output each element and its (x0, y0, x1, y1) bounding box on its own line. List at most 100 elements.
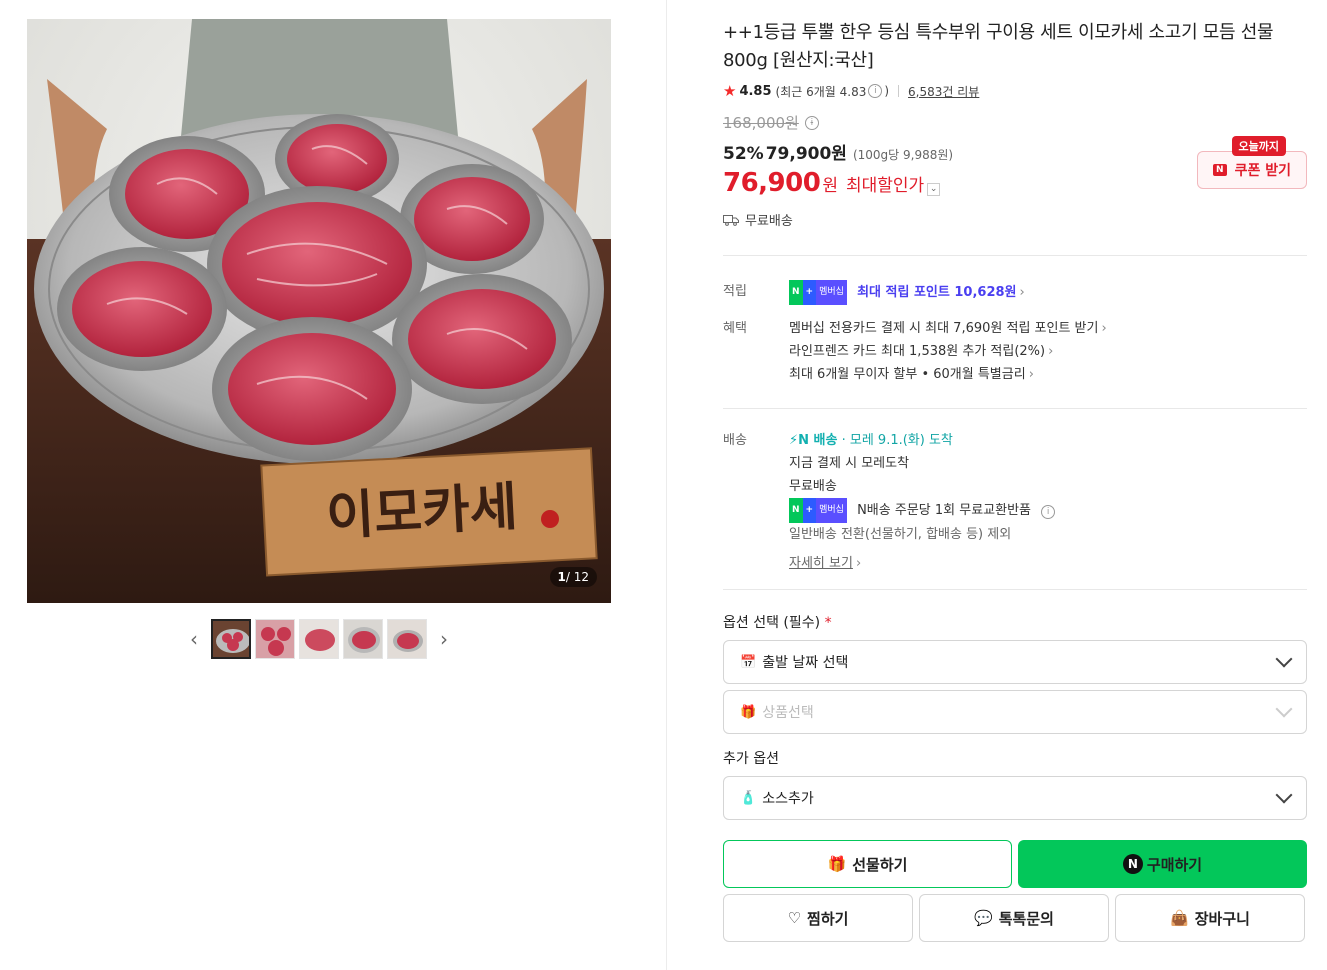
benefits-section: 혜택 멤버십 전용카드 결제 시 최대 7,690원 적립 포인트 받기 › 라인… (723, 317, 1307, 386)
delivery-line: 지금 결제 시 모레도착 (789, 456, 910, 471)
main-product-image[interactable]: 이모카세 1/ 12 (27, 19, 611, 603)
chevron-down-icon (1275, 786, 1293, 804)
details-link[interactable]: 자세히 보기 (789, 552, 853, 575)
gift-label: 선물하기 (852, 855, 908, 874)
points-section: 적립 N + 멤버십 최대 적립 포인트 10,628원 › (723, 280, 1307, 305)
star-icon: ★ (723, 82, 737, 100)
sale-price: 79,900원 (765, 144, 847, 164)
benefit-text: 멤버십 전용카드 결제 시 최대 7,690원 적립 포인트 받기 (789, 321, 1099, 336)
max-points-link[interactable]: 최대 적립 포인트 10,628원 (857, 285, 1016, 300)
free-shipping-text: 무료배송 (745, 214, 793, 229)
chevron-right-icon[interactable]: › (431, 619, 457, 659)
extra-option-label: 추가 옵션 (723, 751, 779, 767)
divider (723, 255, 1307, 256)
benefit-item[interactable]: 최대 6개월 무이자 할부 • 60개월 특별금리 › (789, 363, 1307, 386)
sauce-select-label: 소스추가 (762, 791, 814, 807)
naver-n-icon: N (1213, 164, 1227, 176)
review-count-link[interactable]: 6,583건 리뷰 (908, 83, 979, 100)
thumbnail[interactable] (211, 619, 251, 659)
primary-actions: 🎁 선물하기 N 구매하기 (723, 840, 1307, 888)
delivery-label: 배송 (723, 433, 747, 448)
badge-n: N (789, 498, 803, 523)
gift-button[interactable]: 🎁 선물하기 (723, 840, 1012, 888)
date-select[interactable]: 📅 출발 날짜 선택 (723, 640, 1307, 684)
exchange-row: N + 멤버십 N배송 주문당 1회 무료교환반품 i (789, 498, 1307, 523)
product-select-label: 상품선택 (762, 705, 814, 721)
talk-button[interactable]: 💬 톡톡문의 (919, 894, 1109, 942)
secondary-actions: ♡ 찜하기 💬 톡톡문의 👜 장바구니 (723, 894, 1307, 942)
benefit-text: 최대 6개월 무이자 할부 • 60개월 특별금리 (789, 367, 1026, 382)
thumbnail[interactable] (299, 619, 339, 659)
n-delivery-label: 배송 (813, 433, 838, 448)
membership-badge: N + 멤버십 (789, 280, 847, 305)
date-select-label: 출발 날짜 선택 (762, 655, 849, 671)
column-divider (666, 0, 667, 970)
cart-label: 장바구니 (1194, 909, 1250, 928)
badge-plus: + (802, 280, 817, 305)
sauce-select[interactable]: 🧴 소스추가 (723, 776, 1307, 820)
delivery-section: 배송 ⚡N 배송 · 모레 9.1.(화) 도착 지금 결제 시 모레도착 무료… (723, 429, 1307, 575)
talk-label: 톡톡문의 (998, 909, 1054, 928)
unit-price: (100g당 9,988원) (852, 148, 954, 162)
divider (898, 85, 900, 97)
original-price-row: 168,000원 i (723, 112, 1307, 133)
info-icon[interactable]: i (868, 84, 883, 98)
rating-recent-close: ) (884, 84, 890, 98)
benefit-item[interactable]: 멤버십 전용카드 결제 시 최대 7,690원 적립 포인트 받기 › (789, 317, 1307, 340)
exchange-text: N배송 주문당 1회 무료교환반품 (857, 503, 1031, 518)
discount-rate: 52% (723, 144, 764, 164)
option-label-text: 옵션 선택 (필수) (723, 615, 821, 631)
wish-button[interactable]: ♡ 찜하기 (723, 894, 913, 942)
badge-text: 멤버십 (816, 498, 847, 523)
thumbnail[interactable] (343, 619, 383, 659)
buy-button[interactable]: N 구매하기 (1018, 840, 1307, 888)
coupon-label: 쿠폰 받기 (1234, 163, 1291, 179)
info-icon[interactable]: i (804, 115, 819, 130)
divider (723, 589, 1307, 590)
product-title: ++1등급 투뿔 한우 등심 특수부위 구이용 세트 이모카세 소고기 모듬 선… (723, 22, 1274, 71)
option-label: 옵션 선택 (필수) * (723, 612, 1307, 632)
benefit-item[interactable]: 라인프렌즈 카드 최대 1,538원 추가 적립(2%) › (789, 340, 1307, 363)
benefit-text: 라인프렌즈 카드 최대 1,538원 추가 적립(2%) (789, 344, 1046, 359)
badge-n: N (789, 280, 803, 305)
chevron-right-icon: › (855, 556, 862, 571)
image-counter: 1/ 12 (549, 567, 597, 587)
delivery-exclusion: 일반배송 전환(선물하기, 합배송 등) 제외 (789, 527, 1012, 542)
truck-icon (723, 214, 739, 226)
buy-label: 구매하기 (1146, 855, 1203, 874)
meat-platter-illustration: 이모카세 (27, 19, 611, 603)
badge-plus: + (802, 498, 817, 523)
coupon-button[interactable]: 오늘까지 N 쿠폰 받기 (1197, 136, 1307, 189)
heart-icon: ♡ (787, 909, 802, 927)
calendar-icon: 📅 (740, 654, 757, 670)
naver-n-icon: N (1122, 854, 1143, 874)
product-gallery: 이모카세 1/ 12 ‹ › (27, 19, 611, 659)
delivery-line: 무료배송 (789, 479, 837, 494)
sign-text: 이모카세 (325, 476, 519, 547)
rating-recent: (최근 6개월 4.83 (775, 84, 867, 99)
n-delivery-icon: ⚡N (789, 433, 814, 448)
best-price: 76,900 (723, 168, 821, 198)
thumbnail[interactable] (387, 619, 427, 659)
free-shipping-row: 무료배송 (723, 210, 1307, 229)
chevron-right-icon: › (1048, 344, 1054, 359)
counter-current: 1 (557, 570, 566, 584)
cart-button[interactable]: 👜 장바구니 (1115, 894, 1305, 942)
chevron-down-icon (1275, 650, 1293, 668)
chevron-down-icon[interactable]: ⌄ (927, 183, 941, 196)
counter-total: / 12 (565, 570, 589, 584)
benefits-label: 혜택 (723, 321, 747, 336)
sauce-bottle-icon: 🧴 (740, 790, 757, 806)
info-icon[interactable]: i (1041, 505, 1056, 519)
chevron-left-icon[interactable]: ‹ (181, 619, 207, 659)
gift-box-icon: 🎁 (740, 704, 757, 720)
rating-row: ★ 4.85 (최근 6개월 4.83 i ) 6,583건 리뷰 (723, 82, 1307, 100)
chat-bubble-icon: 💬 (974, 909, 993, 927)
thumbnail[interactable] (255, 619, 295, 659)
product-select[interactable]: 🎁 상품선택 (723, 690, 1307, 734)
best-price-label: 최대할인가 (845, 176, 925, 196)
badge-text: 멤버십 (816, 280, 847, 305)
product-info: ++1등급 투뿔 한우 등심 특수부위 구이용 세트 이모카세 소고기 모듬 선… (723, 19, 1307, 942)
coupon-today-badge: 오늘까지 (1231, 136, 1286, 156)
membership-badge: N + 멤버십 (789, 498, 847, 523)
